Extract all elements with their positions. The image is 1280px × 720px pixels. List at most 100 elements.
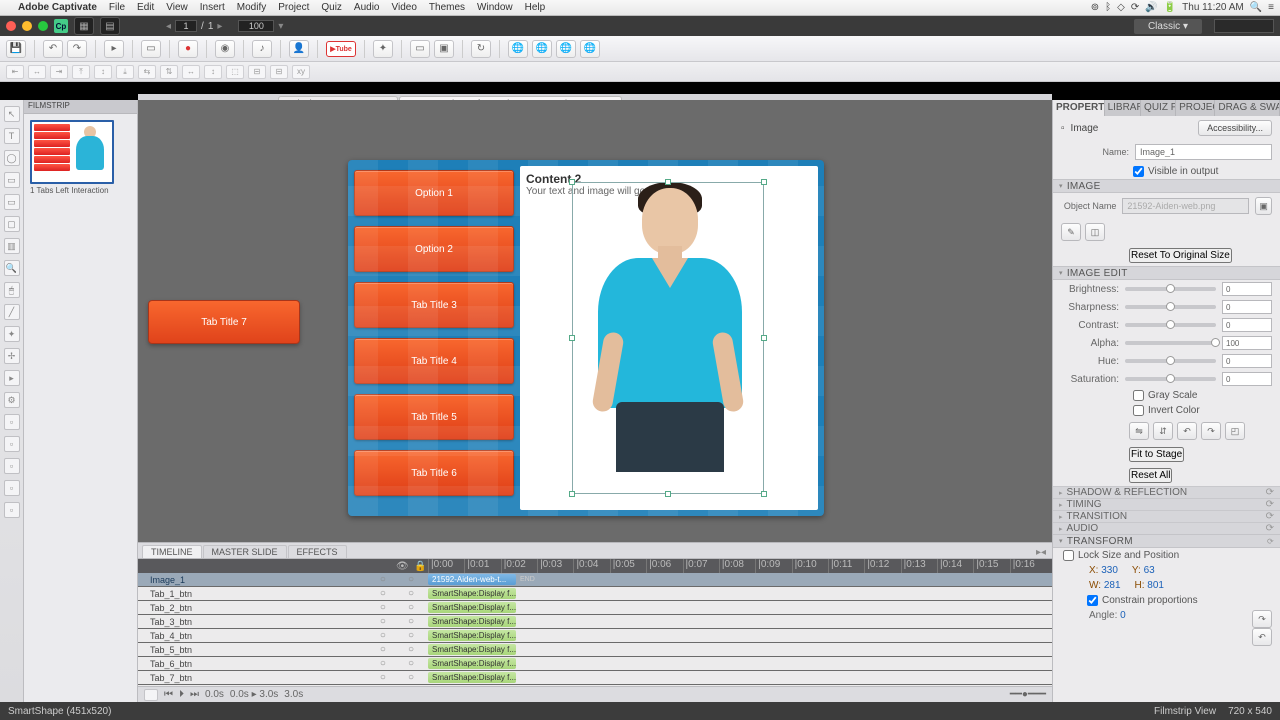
save-icon[interactable]: 💾: [6, 40, 26, 58]
menu-file[interactable]: File: [109, 2, 125, 13]
rotate-r-icon[interactable]: ↷: [1201, 422, 1221, 440]
handle-bl[interactable]: [569, 491, 575, 497]
interaction-icon[interactable]: ✦: [373, 40, 393, 58]
center-v-icon[interactable]: ⊟: [270, 65, 288, 79]
browser4-icon[interactable]: 🌐: [580, 40, 600, 58]
page-current-input[interactable]: [175, 20, 197, 32]
slider-val-0[interactable]: [1222, 282, 1272, 296]
text-icon[interactable]: T: [4, 128, 20, 144]
clickbox-icon[interactable]: ▢: [4, 216, 20, 232]
tab-title-3[interactable]: Tab Title 3: [354, 282, 514, 328]
center-h-icon[interactable]: ⊟: [248, 65, 266, 79]
tl-bar-7[interactable]: SmartShape:Display f...: [428, 672, 516, 683]
button-icon[interactable]: ▭: [4, 194, 20, 210]
timeline-row-7[interactable]: Tab_7_btn ○○ SmartShape:Display f...: [138, 671, 1052, 685]
bluetooth-icon[interactable]: ᛒ: [1105, 2, 1111, 13]
clock[interactable]: Thu 11:20 AM: [1182, 2, 1244, 13]
option-2[interactable]: Option 2: [354, 226, 514, 272]
shape-icon[interactable]: ◯: [4, 150, 20, 166]
tl-rew-icon[interactable]: ⏮: [164, 689, 173, 700]
tab-library[interactable]: LIBRARY: [1105, 100, 1141, 116]
dropbox-icon[interactable]: ◇: [1117, 2, 1125, 13]
menu-audio[interactable]: Audio: [354, 2, 380, 13]
tl-first-icon[interactable]: [144, 689, 158, 701]
timeline-ruler[interactable]: 👁 🔒 |0:00|0:01|0:02|0:03|0:04|0:05|0:06|…: [138, 559, 1052, 573]
slider-val-5[interactable]: [1222, 372, 1272, 386]
play-icon[interactable]: ▸: [104, 40, 124, 58]
slider-1[interactable]: [1125, 305, 1216, 309]
next-slide-icon[interactable]: ▸: [217, 21, 222, 32]
align-center-icon[interactable]: ↔: [28, 65, 46, 79]
lock-col-icon[interactable]: 🔒: [414, 561, 426, 572]
align-right-icon[interactable]: ⇥: [50, 65, 68, 79]
crop-image-icon[interactable]: ◫: [1085, 223, 1105, 241]
slider-val-2[interactable]: [1222, 318, 1272, 332]
tl-bar-6[interactable]: SmartShape:Display f...: [428, 658, 516, 669]
crop-icon[interactable]: ◰: [1225, 422, 1245, 440]
section-audio[interactable]: AUDIO⟳: [1053, 522, 1280, 534]
tl-bar-2[interactable]: SmartShape:Display f...: [428, 602, 516, 613]
smart-icon[interactable]: ✦: [4, 326, 20, 342]
record-icon[interactable]: ●: [178, 40, 198, 58]
flip-v-icon[interactable]: ⇵: [1153, 422, 1173, 440]
mouse-icon[interactable]: 🖱: [4, 282, 20, 298]
menu-video[interactable]: Video: [392, 2, 417, 13]
spotlight-icon[interactable]: 🔍: [1250, 2, 1262, 13]
menu-project[interactable]: Project: [278, 2, 309, 13]
rotate-ccw-icon[interactable]: ↶: [1252, 628, 1272, 646]
transform-w[interactable]: 281: [1104, 580, 1121, 591]
timeline-row-6[interactable]: Tab_6_btn ○○ SmartShape:Display f...: [138, 657, 1052, 671]
slider-2[interactable]: [1125, 323, 1216, 327]
close-window-icon[interactable]: [6, 21, 16, 31]
tab-title-6[interactable]: Tab Title 6: [354, 450, 514, 496]
floating-tab-7[interactable]: Tab Title 7: [148, 300, 300, 344]
rotate-cw-icon[interactable]: ↷: [1252, 610, 1272, 628]
browser1-icon[interactable]: 🌐: [508, 40, 528, 58]
section-transform[interactable]: TRANSFORM⟳: [1053, 534, 1280, 548]
pointer-icon[interactable]: ↖: [4, 106, 20, 122]
layout-view-icon[interactable]: ▦: [74, 17, 94, 35]
preview-icon[interactable]: ▭: [141, 40, 161, 58]
slide-thumbnail-1[interactable]: [30, 120, 114, 184]
section-image-edit[interactable]: IMAGE EDIT: [1053, 266, 1280, 280]
selected-image[interactable]: [572, 182, 764, 494]
audio-icon[interactable]: ♪: [252, 40, 272, 58]
notif-icon[interactable]: ≡: [1268, 2, 1274, 13]
stage[interactable]: Tab Title 7 Option 1 Option 2 Tab Title …: [138, 100, 1052, 542]
prev-slide-icon[interactable]: ◂: [166, 21, 171, 32]
menu-help[interactable]: Help: [525, 2, 546, 13]
more1-icon[interactable]: ▫: [4, 414, 20, 430]
slider-val-4[interactable]: [1222, 354, 1272, 368]
align-top-icon[interactable]: ⤒: [72, 65, 90, 79]
eye-col-icon[interactable]: 👁: [396, 561, 406, 572]
browser2-icon[interactable]: 🌐: [532, 40, 552, 58]
lock-size-checkbox[interactable]: [1063, 550, 1074, 561]
dist-v-icon[interactable]: ⇅: [160, 65, 178, 79]
transform-y[interactable]: 63: [1144, 565, 1155, 576]
handle-mb[interactable]: [665, 491, 671, 497]
status-mode[interactable]: Filmstrip View: [1154, 706, 1216, 717]
slider-0[interactable]: [1125, 287, 1216, 291]
zoom-icon[interactable]: 🔍: [4, 260, 20, 276]
handle-mr[interactable]: [761, 335, 767, 341]
redo-icon[interactable]: ↷: [67, 40, 87, 58]
tl-bar-4[interactable]: SmartShape:Display f...: [428, 630, 516, 641]
volume-icon[interactable]: 🔊: [1145, 2, 1157, 13]
transform-h[interactable]: 801: [1147, 580, 1164, 591]
section-transition[interactable]: TRANSITION⟳: [1053, 510, 1280, 522]
workspace-search[interactable]: [1214, 19, 1274, 33]
timeline-row-1[interactable]: Tab_1_btn ○○ SmartShape:Display f...: [138, 587, 1052, 601]
tabs-interaction[interactable]: Option 1 Option 2 Tab Title 3 Tab Title …: [348, 160, 824, 516]
section-timing[interactable]: TIMING⟳: [1053, 498, 1280, 510]
align-left-icon[interactable]: ⇤: [6, 65, 24, 79]
flv-icon[interactable]: ▸: [4, 370, 20, 386]
timeline-row-0[interactable]: Image_1 ○○ 21592-Aiden-web-t...END: [138, 573, 1052, 587]
align-bottom-icon[interactable]: ⤓: [116, 65, 134, 79]
transform-x[interactable]: 330: [1101, 565, 1118, 576]
slider-3[interactable]: [1125, 341, 1216, 345]
section-shadow[interactable]: SHADOW & REFLECTION⟳: [1053, 486, 1280, 498]
tab-title-5[interactable]: Tab Title 5: [354, 394, 514, 440]
menu-view[interactable]: View: [166, 2, 188, 13]
browse-image-icon[interactable]: ▣: [1255, 197, 1272, 215]
handle-tl[interactable]: [569, 179, 575, 185]
